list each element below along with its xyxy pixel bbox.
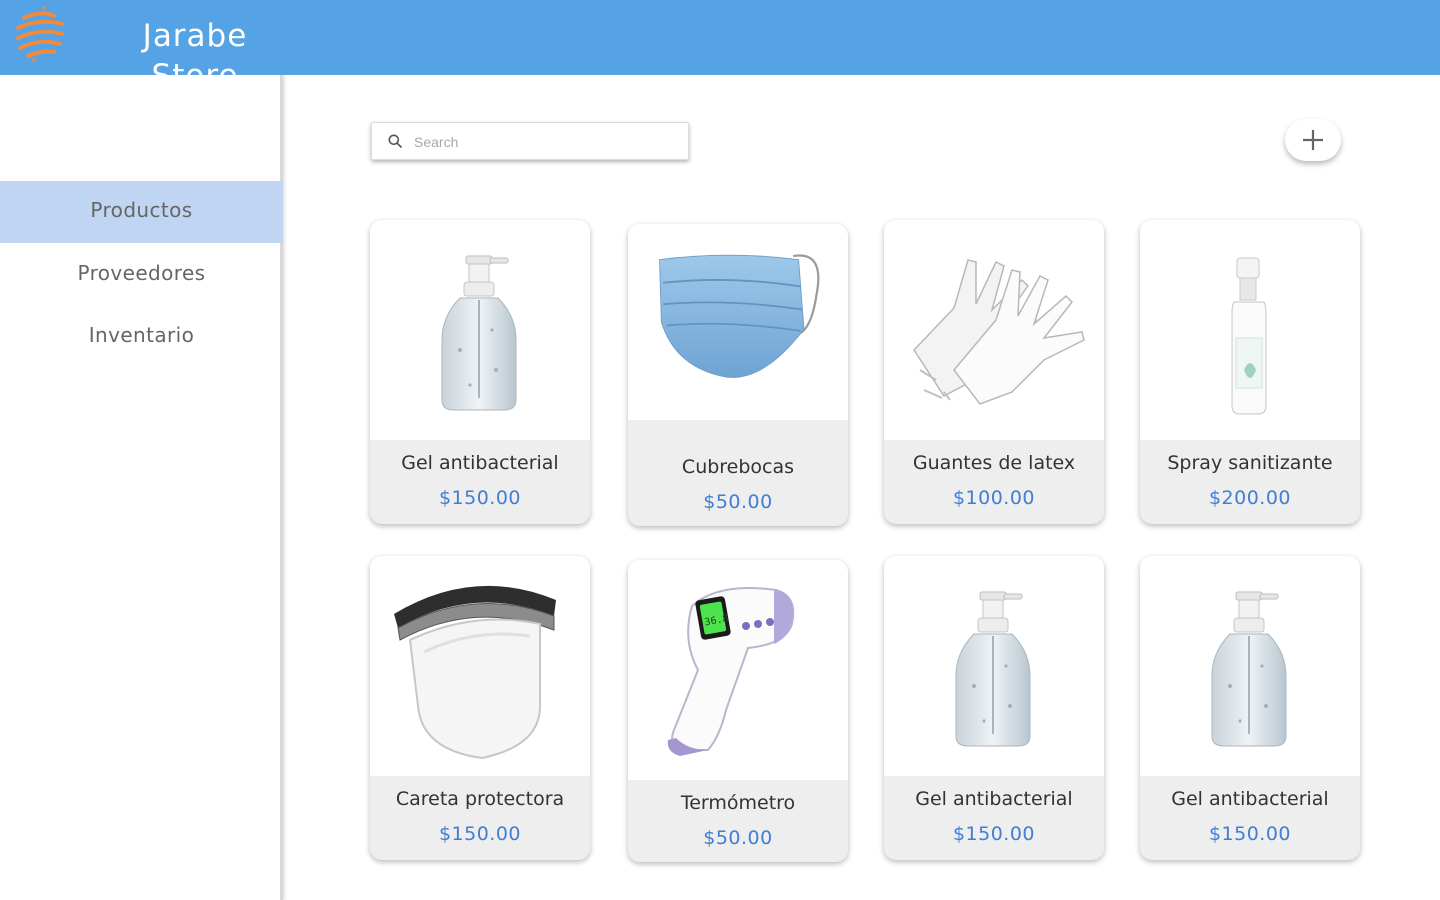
face-mask-image xyxy=(628,224,848,420)
product-name: Termómetro xyxy=(680,792,796,814)
search-box[interactable] xyxy=(371,122,689,160)
face-shield-image xyxy=(370,556,590,776)
product-price: $50.00 xyxy=(703,491,773,513)
product-name: Gel antibacterial xyxy=(401,452,559,474)
add-product-button[interactable] xyxy=(1285,119,1341,161)
product-card[interactable]: Termómetro $50.00 xyxy=(628,560,848,862)
product-price: $100.00 xyxy=(952,487,1036,509)
app-brand-title: Jarabe Store xyxy=(130,16,260,75)
sidebar-item-productos[interactable]: Productos xyxy=(0,181,283,243)
sidebar-item-inventario[interactable]: Inventario xyxy=(0,306,283,368)
product-card[interactable]: Cubrebocas $50.00 xyxy=(628,224,848,526)
search-icon xyxy=(388,134,402,148)
search-input[interactable] xyxy=(414,129,674,155)
plus-icon xyxy=(1303,130,1323,150)
sidebar: Productos Proveedores Inventario xyxy=(0,75,283,900)
product-card[interactable]: Guantes de latex $100.00 xyxy=(884,220,1104,524)
product-price: $150.00 xyxy=(952,823,1036,845)
product-card[interactable]: Gel antibacterial $150.00 xyxy=(370,220,590,524)
product-card[interactable]: Gel antibacterial $150.00 xyxy=(884,556,1104,860)
product-price: $150.00 xyxy=(1208,823,1292,845)
product-card[interactable]: Gel antibacterial $150.00 xyxy=(1140,556,1360,860)
gel-bottle-image xyxy=(370,220,590,440)
brand-line-1: Jarabe xyxy=(142,18,248,54)
product-price: $50.00 xyxy=(703,827,773,849)
product-name: Gel antibacterial xyxy=(1171,788,1329,810)
orange-sphere-logo xyxy=(16,6,64,62)
latex-gloves-image xyxy=(884,220,1104,440)
product-card[interactable]: Spray sanitizante $200.00 xyxy=(1140,220,1360,524)
product-name: Careta protectora xyxy=(395,788,565,810)
gel-bottle-image xyxy=(884,556,1104,776)
product-name: Gel antibacterial xyxy=(915,788,1073,810)
product-price: $200.00 xyxy=(1208,487,1292,509)
product-price: $150.00 xyxy=(438,823,522,845)
product-name: Cubrebocas xyxy=(681,456,795,478)
sidebar-item-proveedores[interactable]: Proveedores xyxy=(0,244,283,306)
product-card[interactable]: Careta protectora $150.00 xyxy=(370,556,590,860)
product-name: Guantes de latex xyxy=(912,452,1076,474)
gel-bottle-image xyxy=(1140,556,1360,776)
spray-bottle-image xyxy=(1140,220,1360,440)
brand-line-2: Store xyxy=(130,56,260,75)
product-price: $150.00 xyxy=(438,487,522,509)
top-bar: Jarabe Store xyxy=(0,0,1440,75)
product-name: Spray sanitizante xyxy=(1167,452,1333,474)
thermometer-image xyxy=(628,560,848,780)
